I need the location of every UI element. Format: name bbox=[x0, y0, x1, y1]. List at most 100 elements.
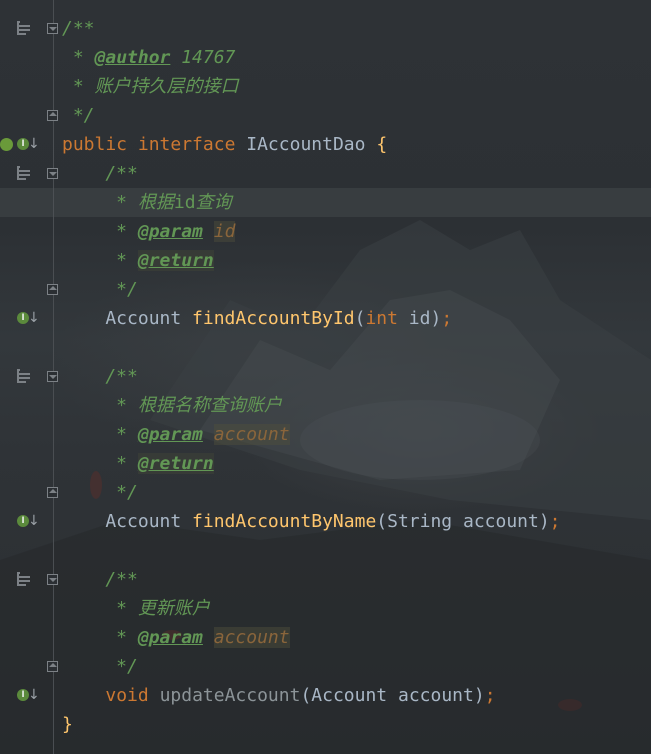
no-usages-icon[interactable] bbox=[0, 138, 13, 151]
navigate-down-arrow-icon[interactable]: ↓ bbox=[28, 137, 40, 151]
code-line-text[interactable]: Account findAccountById(int id); bbox=[62, 304, 452, 333]
code-line-text[interactable]: * 根据名称查询账户 bbox=[62, 391, 282, 420]
code-token: interface bbox=[137, 134, 236, 155]
code-token: @author bbox=[94, 47, 171, 68]
code-token: /** bbox=[62, 569, 138, 590]
code-line[interactable]: /** bbox=[0, 159, 651, 188]
code-line[interactable]: * 更新账户 bbox=[0, 594, 651, 623]
fold-icon[interactable] bbox=[47, 487, 58, 498]
code-token: */ bbox=[62, 279, 138, 300]
code-line[interactable]: * @return bbox=[0, 246, 651, 275]
code-token: id bbox=[173, 192, 196, 213]
render-doc-icon[interactable] bbox=[17, 21, 33, 35]
code-token: } bbox=[62, 714, 73, 735]
code-line[interactable] bbox=[0, 333, 651, 362]
code-line[interactable]: void updateAccount(Account account); I ↓ bbox=[0, 681, 651, 710]
code-line-text[interactable]: */ bbox=[62, 478, 138, 507]
code-line[interactable]: * @param account bbox=[0, 420, 651, 449]
code-token: ( bbox=[354, 308, 366, 329]
fold-icon[interactable] bbox=[47, 371, 58, 382]
code-token: (Account account) bbox=[300, 685, 485, 706]
render-doc-icon[interactable] bbox=[17, 572, 33, 586]
code-line[interactable]: public interface IAccountDao {I ↓ bbox=[0, 130, 651, 159]
code-token: ; bbox=[484, 685, 496, 706]
code-line[interactable]: /** bbox=[0, 362, 651, 391]
code-token: * bbox=[62, 627, 138, 648]
code-line-text[interactable]: /** bbox=[62, 565, 138, 594]
code-token: @return bbox=[137, 453, 214, 474]
code-line[interactable]: */ bbox=[0, 652, 651, 681]
code-line[interactable]: Account findAccountByName(String account… bbox=[0, 507, 651, 536]
fold-icon[interactable] bbox=[47, 284, 58, 295]
code-line-text[interactable]: * @author 14767 bbox=[62, 43, 236, 72]
navigate-down-arrow-icon[interactable]: ↓ bbox=[28, 688, 40, 702]
code-line-text[interactable]: */ bbox=[62, 101, 95, 130]
code-token: /** bbox=[62, 163, 138, 184]
fold-icon[interactable] bbox=[47, 574, 58, 585]
code-line-text[interactable]: * @param id bbox=[62, 217, 236, 246]
code-line[interactable]: */ bbox=[0, 478, 651, 507]
code-line[interactable]: * @return bbox=[0, 449, 651, 478]
fold-icon[interactable] bbox=[47, 168, 58, 179]
code-token: id bbox=[213, 221, 236, 242]
code-token: * 账户持久层的接口 bbox=[62, 76, 239, 97]
code-token: * bbox=[62, 47, 95, 68]
code-line[interactable]: * 账户持久层的接口 bbox=[0, 72, 651, 101]
code-line-text[interactable]: * 更新账户 bbox=[62, 594, 210, 623]
code-token: * bbox=[62, 453, 138, 474]
code-line[interactable]: Account findAccountById(int id); I ↓ bbox=[0, 304, 651, 333]
code-line[interactable]: } bbox=[0, 710, 651, 739]
code-token: Account bbox=[62, 308, 193, 329]
code-token: @param bbox=[137, 627, 203, 648]
code-line-text[interactable]: public interface IAccountDao { bbox=[62, 130, 387, 159]
code-line[interactable]: */ bbox=[0, 275, 651, 304]
code-line[interactable]: /** bbox=[0, 565, 651, 594]
code-line-text[interactable]: /** bbox=[62, 362, 138, 391]
code-token: IAccountDao bbox=[235, 134, 377, 155]
code-line-text[interactable]: * 根据id查询 bbox=[62, 188, 231, 217]
code-line[interactable]: * 根据名称查询账户 bbox=[0, 391, 651, 420]
code-token: * bbox=[62, 424, 138, 445]
code-line-text[interactable]: Account findAccountByName(String account… bbox=[62, 507, 560, 536]
code-line[interactable] bbox=[0, 536, 651, 565]
code-token: findAccountByName bbox=[192, 511, 377, 532]
code-token: void bbox=[105, 685, 149, 706]
code-token: account bbox=[213, 424, 290, 445]
code-token: { bbox=[376, 134, 388, 155]
code-line-text[interactable]: * @param account bbox=[62, 623, 290, 652]
navigate-down-arrow-icon[interactable]: ↓ bbox=[28, 514, 40, 528]
fold-icon[interactable] bbox=[47, 110, 58, 121]
render-doc-icon[interactable] bbox=[17, 166, 33, 180]
code-token: * 根据 bbox=[62, 192, 174, 213]
code-token: 14767 bbox=[170, 47, 236, 68]
code-line-text[interactable]: * @return bbox=[62, 449, 214, 478]
code-line-text[interactable]: */ bbox=[62, 652, 138, 681]
code-line-text[interactable]: } bbox=[62, 710, 73, 739]
code-line-text[interactable]: * @param account bbox=[62, 420, 290, 449]
code-line-text[interactable]: * 账户持久层的接口 bbox=[62, 72, 239, 101]
code-line-text[interactable]: /** bbox=[62, 14, 95, 43]
fold-icon[interactable] bbox=[47, 23, 58, 34]
code-editor[interactable]: /** * @author 14767 * 账户持久层的接口 */ public … bbox=[0, 0, 651, 754]
code-token: public bbox=[62, 134, 128, 155]
code-line-text[interactable]: void updateAccount(Account account); bbox=[62, 681, 496, 710]
code-line[interactable]: * 根据id查询 bbox=[0, 188, 651, 217]
code-line[interactable]: * @param account bbox=[0, 623, 651, 652]
code-line-text[interactable]: /** bbox=[62, 159, 138, 188]
code-line-text[interactable]: */ bbox=[62, 275, 138, 304]
code-line[interactable]: /** bbox=[0, 14, 651, 43]
render-doc-icon[interactable] bbox=[17, 369, 33, 383]
code-line-text[interactable]: * @return bbox=[62, 246, 214, 275]
navigate-down-arrow-icon[interactable]: ↓ bbox=[28, 311, 40, 325]
code-line[interactable]: */ bbox=[0, 101, 651, 130]
code-line[interactable]: * @author 14767 bbox=[0, 43, 651, 72]
fold-icon[interactable] bbox=[47, 661, 58, 672]
code-token: (String account) bbox=[376, 511, 550, 532]
code-token: int bbox=[365, 308, 398, 329]
code-line[interactable]: * @param id bbox=[0, 217, 651, 246]
